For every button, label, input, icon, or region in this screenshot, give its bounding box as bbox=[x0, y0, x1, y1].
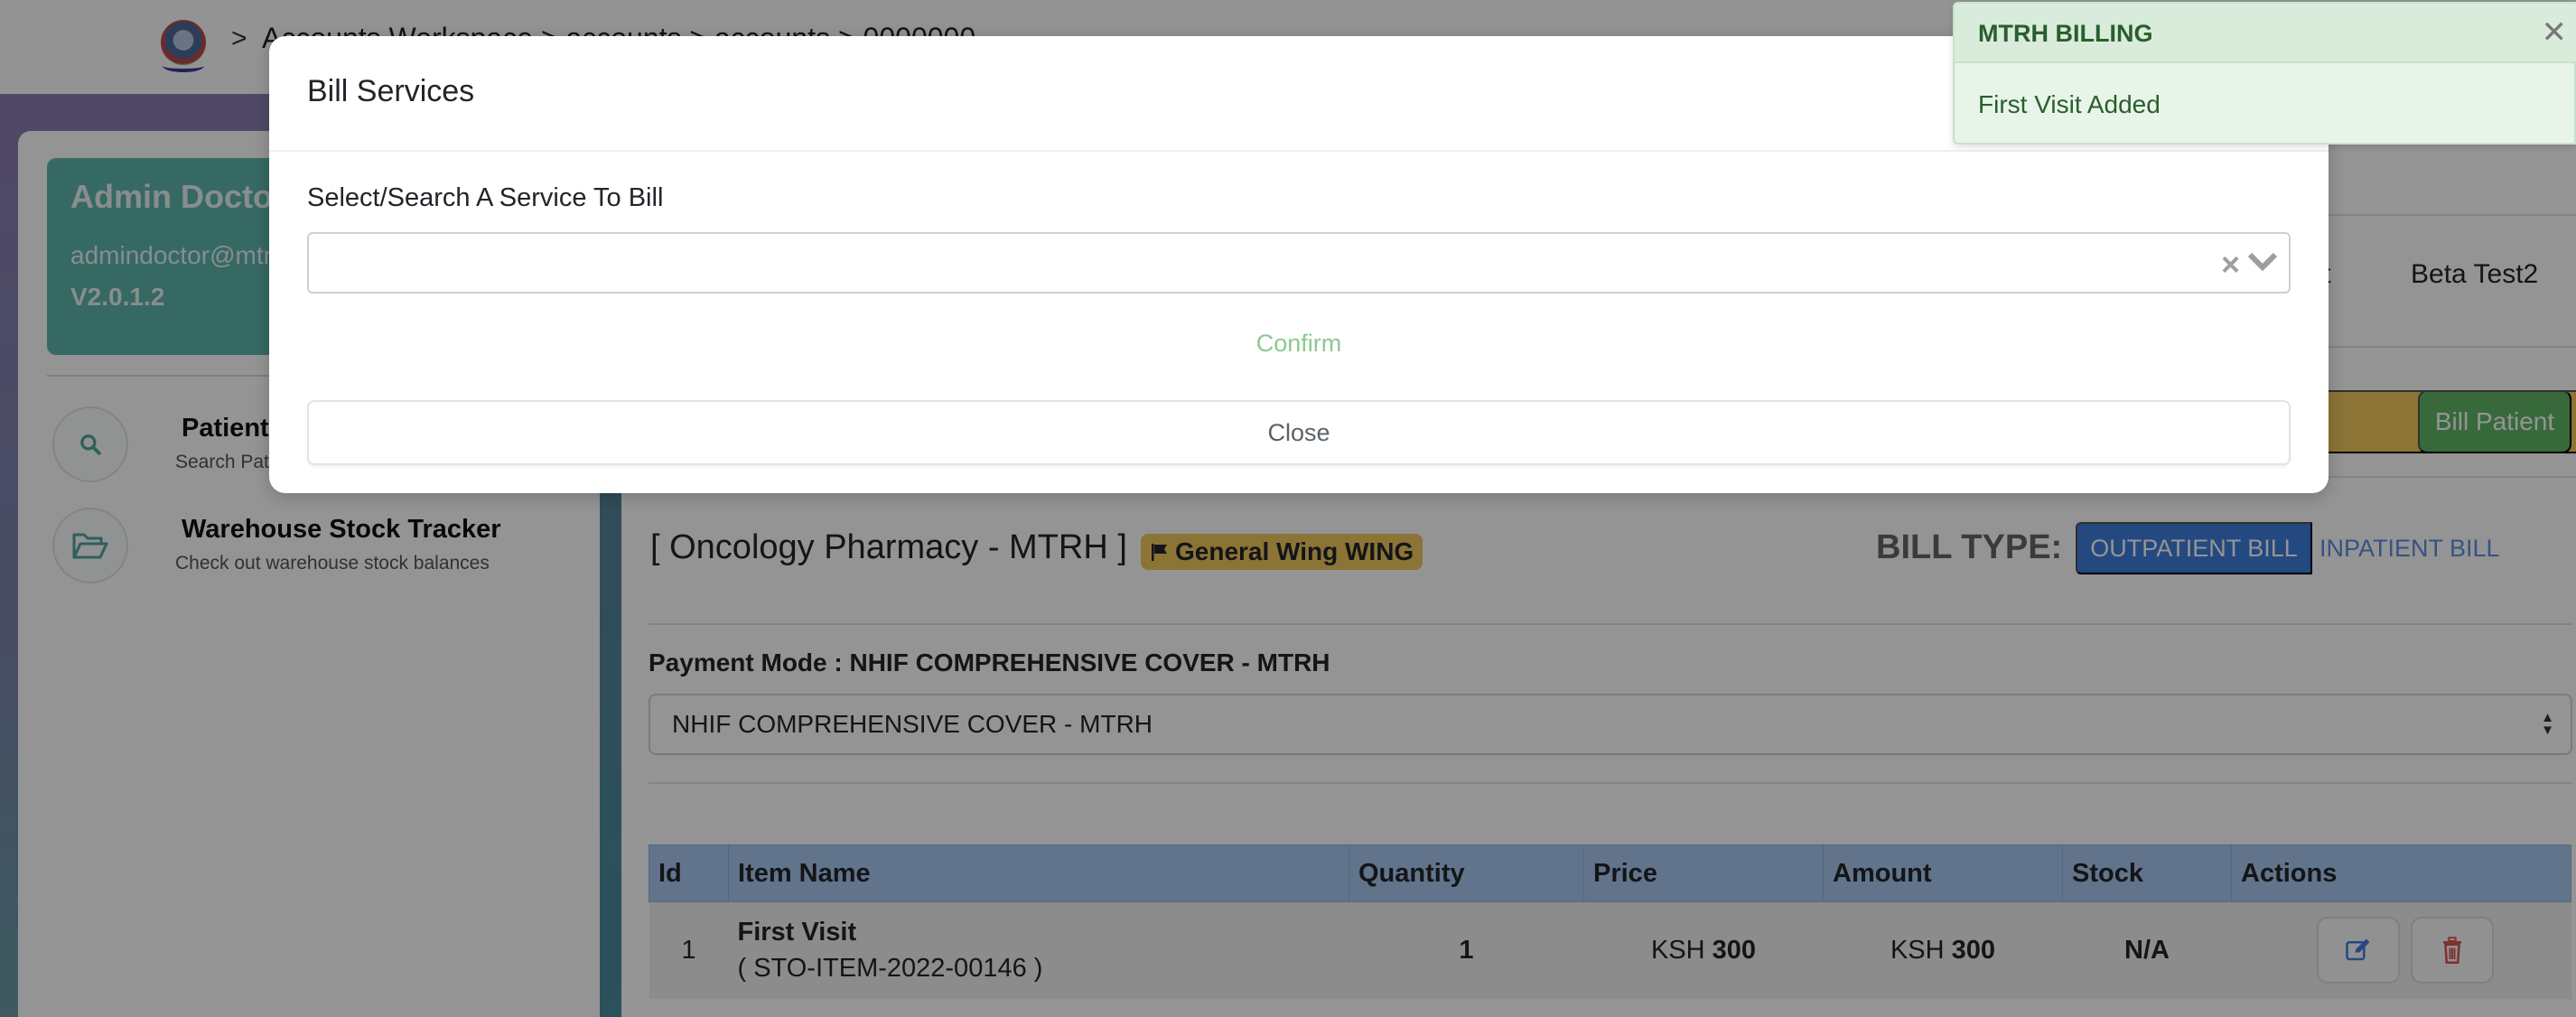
toast-header: MTRH BILLING ✕ bbox=[1955, 4, 2576, 63]
close-button[interactable]: Close bbox=[307, 400, 2291, 465]
modal-title: Bill Services bbox=[307, 74, 475, 108]
confirm-button[interactable]: Confirm bbox=[307, 316, 2291, 370]
chevron-down-icon[interactable] bbox=[2247, 250, 2278, 274]
toast-title: MTRH BILLING bbox=[1978, 20, 2153, 47]
service-select[interactable]: × bbox=[307, 232, 2291, 294]
service-select-label: Select/Search A Service To Bill bbox=[307, 183, 664, 212]
close-icon[interactable]: ✕ bbox=[2542, 14, 2568, 51]
service-search-input[interactable] bbox=[322, 243, 2164, 283]
clear-selection-icon[interactable]: × bbox=[2221, 246, 2240, 284]
modal-header-divider bbox=[269, 150, 2329, 152]
toast-message: First Visit Added bbox=[1978, 90, 2161, 118]
toast-notification: MTRH BILLING ✕ First Visit Added bbox=[1953, 2, 2576, 145]
